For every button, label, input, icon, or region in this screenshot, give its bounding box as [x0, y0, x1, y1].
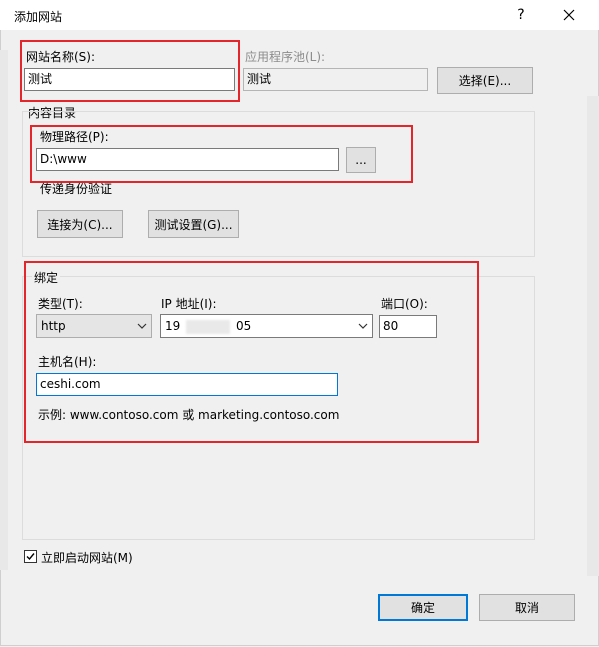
start-site-checkbox[interactable]: [24, 550, 37, 563]
dialog-title: 添加网站: [14, 10, 63, 24]
checkmark-icon: [26, 553, 35, 561]
cancel-button[interactable]: 取消: [479, 594, 575, 621]
test-settings-button[interactable]: 测试设置(G)...: [148, 210, 239, 238]
select-app-pool-button[interactable]: 选择(E)...: [437, 67, 533, 94]
background-window-left: [0, 50, 8, 570]
highlight-site-name: [20, 40, 240, 102]
connect-as-button[interactable]: 连接为(C)...: [37, 210, 123, 238]
close-icon: [563, 9, 575, 21]
app-pool-input: 测试: [243, 68, 428, 91]
ok-button[interactable]: 确定: [378, 594, 468, 621]
background-window-right: [587, 96, 599, 576]
start-site-label: 立即启动网站(M): [41, 551, 133, 565]
app-pool-label: 应用程序池(L):: [245, 50, 326, 64]
highlight-physical-path: [30, 125, 413, 183]
help-button[interactable]: ?: [507, 4, 535, 26]
close-button[interactable]: [555, 4, 583, 26]
pass-through-auth-label: 传递身份验证: [40, 182, 113, 196]
highlight-binding: [24, 261, 479, 443]
